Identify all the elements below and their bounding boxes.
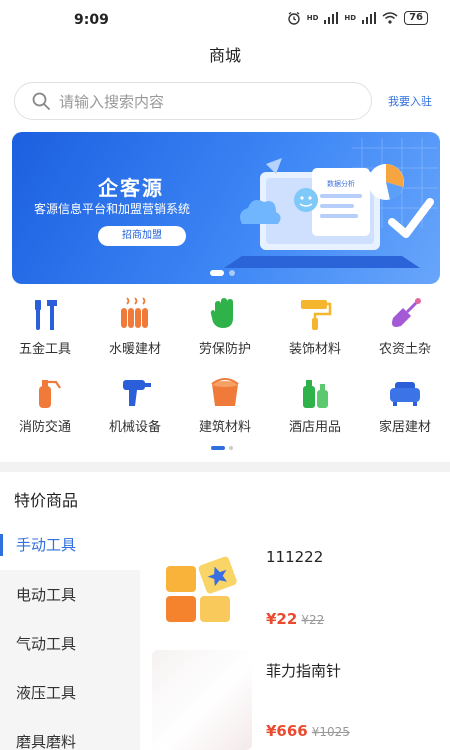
category-pager-dot [229, 446, 233, 450]
signal-label: HD [306, 14, 319, 22]
status-time: 9:09 [74, 12, 109, 28]
status-bar: 9:09 HD HD 76 [0, 0, 450, 40]
category-decoration[interactable]: 装饰材料 [270, 296, 360, 357]
category-agriculture[interactable]: 农资土杂 [360, 296, 450, 357]
category-labor-protection[interactable]: 劳保防护 [180, 296, 270, 357]
signal-icon-2 [362, 12, 377, 24]
product-price: ¥666 ¥1025 [266, 722, 350, 740]
price-current: ¥666 [266, 722, 308, 740]
category-label: 农资土杂 [378, 342, 431, 357]
product-price: ¥22 ¥22 [266, 610, 324, 628]
product-image [166, 556, 237, 622]
banner-illustration: 数据分析 [224, 138, 438, 268]
category-label: 装饰材料 [288, 342, 341, 357]
wifi-icon [382, 12, 398, 24]
category-pager-active [211, 446, 225, 450]
nav-item-pneumatic-tools[interactable]: 气动工具 [0, 619, 140, 669]
banner-subtitle: 客源信息平台和加盟营销系统 [34, 202, 191, 216]
sofa-icon [390, 382, 420, 406]
category-row-2: 消防交通 机械设备 建筑材料 酒店用品 家居建材 [0, 374, 450, 435]
bottles-icon [303, 380, 328, 408]
status-icons: HD HD 76 [287, 11, 428, 25]
category-machinery[interactable]: 机械设备 [90, 374, 180, 435]
category-label: 消防交通 [18, 420, 71, 435]
paint-roller-icon [301, 300, 332, 330]
signal-label-2: HD [344, 14, 357, 22]
category-label: 水暖建材 [108, 342, 161, 357]
shovel-icon [392, 298, 421, 327]
category-label: 机械设备 [108, 420, 161, 435]
battery-indicator: 76 [404, 11, 428, 25]
category-row-1: 五金工具 水暖建材 劳保防护 装饰材料 农资土杂 [0, 296, 450, 357]
product-card[interactable]: 111222 ¥22 ¥22 [152, 538, 450, 638]
pager-dot-active [210, 270, 224, 276]
product-image [152, 650, 252, 750]
nav-item-abrasives[interactable]: 磨具磨料 [0, 717, 140, 750]
category-plumbing[interactable]: 水暖建材 [90, 296, 180, 357]
category-hotel-supplies[interactable]: 酒店用品 [270, 374, 360, 435]
category-hardware-tools[interactable]: 五金工具 [0, 296, 90, 357]
category-label: 家居建材 [378, 420, 431, 435]
signal-icon [324, 12, 339, 24]
product-card[interactable]: 菲力指南针 ¥666 ¥1025 [152, 650, 450, 750]
search-input[interactable]: 请输入搜索内容 [14, 82, 372, 120]
category-fire-traffic[interactable]: 消防交通 [0, 374, 90, 435]
drill-icon [123, 380, 151, 406]
banner-pager [210, 270, 235, 276]
fire-extinguisher-icon [39, 380, 61, 408]
radiator-icon [121, 297, 148, 328]
category-home-materials[interactable]: 家居建材 [360, 374, 450, 435]
category-label: 五金工具 [18, 342, 71, 357]
category-pager [211, 446, 233, 450]
price-original: ¥1025 [311, 725, 350, 739]
specials-title: 特价商品 [14, 491, 79, 510]
section-divider [0, 462, 450, 472]
nav-item-hydraulic-tools[interactable]: 液压工具 [0, 668, 140, 718]
pager-dot [229, 270, 235, 276]
nav-item-manual-tools[interactable]: 手动工具 [0, 520, 140, 570]
join-link[interactable]: 我要入驻 [388, 93, 432, 109]
category-label: 酒店用品 [288, 420, 341, 435]
price-original: ¥22 [301, 613, 325, 627]
page-title: 商城 [208, 46, 241, 65]
banner-join-button[interactable]: 招商加盟 [98, 226, 186, 246]
specials-category-nav: 手动工具 电动工具 气动工具 液压工具 磨具磨料 [0, 520, 140, 750]
alarm-icon [288, 11, 300, 25]
wrench-icon [35, 300, 57, 330]
paint-bucket-icon [211, 378, 239, 406]
category-label: 劳保防护 [198, 342, 251, 357]
nav-item-power-tools[interactable]: 电动工具 [0, 570, 140, 620]
promo-banner[interactable]: 企客源 客源信息平台和加盟营销系统 招商加盟 数据分析 [12, 132, 440, 284]
category-label: 建筑材料 [198, 420, 251, 435]
glove-icon [210, 298, 233, 328]
banner-screen-label: 数据分析 [327, 179, 355, 188]
search-icon [32, 92, 50, 110]
product-name: 111222 [266, 548, 324, 566]
product-name: 菲力指南针 [266, 662, 342, 680]
category-building-materials[interactable]: 建筑材料 [180, 374, 270, 435]
search-placeholder: 请输入搜索内容 [59, 92, 165, 111]
banner-title: 企客源 [98, 176, 164, 200]
price-current: ¥22 [266, 610, 298, 628]
